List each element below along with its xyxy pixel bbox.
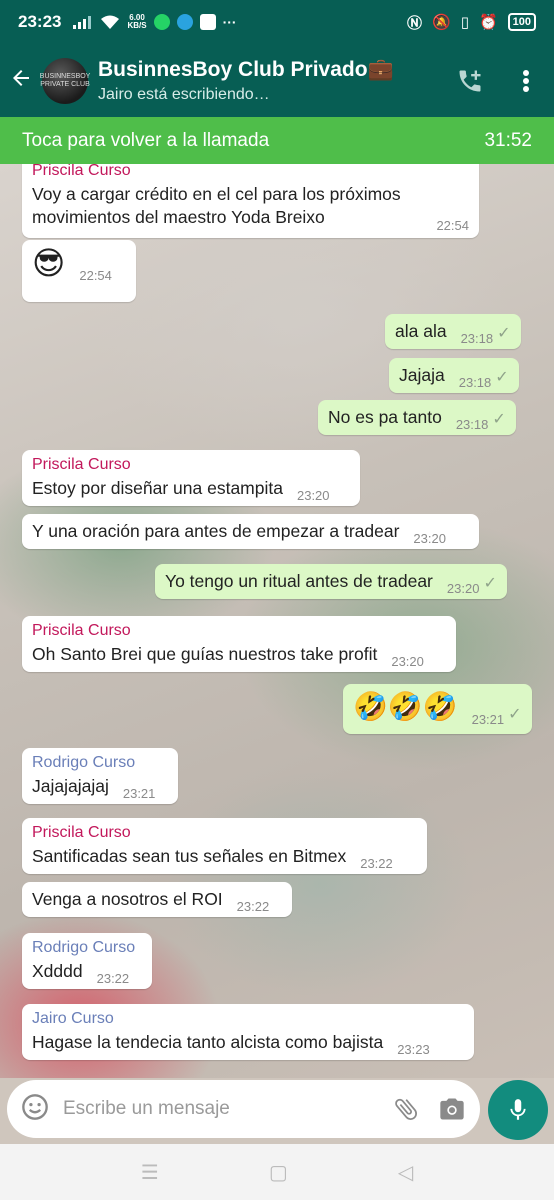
back-nav-icon[interactable]: ◁ [398, 1160, 413, 1185]
message-bubble[interactable]: Venga a nosotros el ROI 23:22 [22, 882, 292, 917]
alarm-icon: ⏰ [478, 14, 498, 31]
mic-button[interactable] [488, 1080, 548, 1140]
message-time: 22:54 [79, 268, 112, 283]
message-text: Hagase la tendecia tanto alcista como ba… [32, 1032, 384, 1052]
mute-icon: 🔕 [432, 14, 451, 31]
camera-icon[interactable] [438, 1095, 466, 1123]
message-time: 23:20 [446, 581, 480, 596]
signal-icon [73, 16, 92, 29]
message-text: Jajajajajaj [32, 776, 109, 796]
message-time: 23:22 [236, 899, 270, 914]
message-text: No es pa tanto [328, 407, 442, 427]
message-bubble[interactable]: Rodrigo Curso Jajajajajaj 23:21 [22, 748, 178, 804]
message-time: 23:21 [122, 786, 156, 801]
call-timer: 31:52 [484, 129, 532, 151]
message-bubble[interactable]: Y una oración para antes de empezar a tr… [22, 514, 479, 549]
message-bubble[interactable]: Rodrigo Curso Xdddd 23:22 [22, 933, 152, 989]
sent-tick-icon: ✓ [508, 706, 522, 723]
message-sender: Jairo Curso [32, 1010, 114, 1027]
return-to-call-banner[interactable]: Toca para volver a la llamada 31:52 [0, 117, 554, 164]
back-arrow-icon[interactable] [0, 65, 42, 97]
message-bubble[interactable]: Priscila Curso Estoy por diseñar una est… [22, 450, 360, 506]
message-bubble[interactable]: No es pa tanto 23:18 ✓ [318, 400, 516, 435]
message-placeholder: Escribe un mensaje [63, 1098, 230, 1119]
add-call-button[interactable] [442, 67, 498, 95]
message-bubble[interactable]: 🤣🤣🤣 23:21 ✓ [343, 684, 532, 734]
message-text: Estoy por diseñar una estampita [32, 478, 283, 498]
more-notifs-icon: ··· [222, 14, 237, 30]
message-time: 23:20 [296, 488, 330, 503]
message-emoji: 😎 [32, 245, 66, 281]
message-text: Venga a nosotros el ROI [32, 889, 223, 909]
message-time: 23:22 [360, 856, 393, 871]
home-icon[interactable]: ▢ [269, 1160, 288, 1185]
message-text: Y una oración para antes de empezar a tr… [32, 521, 400, 541]
status-time: 23:23 [18, 12, 62, 31]
sent-tick-icon: ✓ [492, 411, 506, 428]
add-call-icon [459, 70, 481, 91]
wifi-icon [101, 15, 120, 29]
message-bubble[interactable]: Priscila Curso Voy a cargar crédito en e… [22, 164, 479, 238]
system-nav-bar: ☰ ▢ ◁ [0, 1144, 554, 1200]
menu-button[interactable] [498, 69, 554, 93]
message-sender: Priscila Curso [32, 622, 131, 639]
message-time: 23:23 [397, 1042, 430, 1057]
attach-icon[interactable] [392, 1095, 420, 1123]
composer-bar: Escribe un mensaje [0, 1078, 554, 1144]
message-text: ala ala [395, 321, 447, 341]
sent-tick-icon: ✓ [495, 369, 509, 386]
telegram-notif-icon [176, 14, 193, 30]
message-emoji: 🤣🤣🤣 [353, 691, 458, 722]
battery-icon: 100 [507, 13, 536, 31]
message-time: 22:54 [436, 218, 469, 233]
message-time: 23:18 [460, 331, 494, 346]
more-vert-icon [523, 69, 529, 92]
message-bubble[interactable]: Priscila Curso Santificadas sean tus señ… [22, 818, 427, 874]
chat-header: BUSINNESBOY PRIVATE CLUB BusinnesBoy Clu… [0, 44, 554, 117]
net-speed: 6.00 KB/S [127, 13, 147, 30]
nfc-icon: Ⓝ [406, 14, 422, 32]
message-bubble[interactable]: 😎 22:54 [22, 240, 136, 302]
message-bubble[interactable]: Priscila Curso Oh Santo Brei que guías n… [22, 616, 456, 672]
message-input[interactable]: Escribe un mensaje [7, 1080, 480, 1138]
message-time: 23:20 [413, 531, 446, 546]
emoji-icon[interactable] [21, 1093, 49, 1126]
message-sender: Rodrigo Curso [32, 939, 136, 956]
message-bubble[interactable]: Jajaja 23:18 ✓ [389, 358, 519, 393]
group-avatar[interactable]: BUSINNESBOY PRIVATE CLUB [40, 57, 90, 104]
whatsapp-notif-icon [153, 14, 170, 30]
message-time: 23:18 [455, 417, 489, 432]
chat-title: BusinnesBoy Club Privado💼 [98, 57, 394, 81]
message-time: 23:21 [471, 712, 505, 727]
message-sender: Priscila Curso [32, 456, 131, 473]
sent-tick-icon: ✓ [483, 575, 497, 592]
sent-tick-icon: ✓ [497, 325, 511, 342]
message-text: Xdddd [32, 961, 83, 981]
message-bubble[interactable]: ala ala 23:18 ✓ [385, 314, 521, 349]
mic-icon [510, 1099, 526, 1120]
message-sender: Rodrigo Curso [32, 754, 136, 771]
message-sender: Priscila Curso [32, 164, 131, 179]
chat-info[interactable]: BusinnesBoy Club Privado💼 Jairo está esc… [98, 58, 442, 104]
message-time: 23:22 [96, 971, 130, 986]
typing-status: Jairo está escribiendo… [98, 85, 270, 103]
gmail-notif-icon [199, 14, 216, 30]
message-text: Santificadas sean tus señales en Bitmex [32, 846, 347, 866]
vibrate-icon: ▯ [460, 14, 469, 31]
message-text: Jajaja [399, 365, 445, 385]
message-sender: Priscila Curso [32, 824, 131, 841]
recents-icon[interactable]: ☰ [141, 1160, 159, 1185]
call-banner-label: Toca para volver a la llamada [22, 129, 270, 151]
message-text: Yo tengo un ritual antes de tradear [165, 571, 433, 591]
status-bar: 23:23 6.00 KB/S ··· Ⓝ 🔕 ▯ ⏰ 100 [0, 0, 554, 44]
message-bubble[interactable]: Jairo Curso Hagase la tendecia tanto alc… [22, 1004, 474, 1060]
message-bubble[interactable]: Yo tengo un ritual antes de tradear 23:20… [155, 564, 507, 599]
message-list[interactable]: Priscila Curso Voy a cargar crédito en e… [0, 164, 554, 1078]
message-time: 23:20 [391, 654, 424, 669]
message-text: Oh Santo Brei que guías nuestros take pr… [32, 644, 378, 664]
message-time: 23:18 [458, 375, 492, 390]
